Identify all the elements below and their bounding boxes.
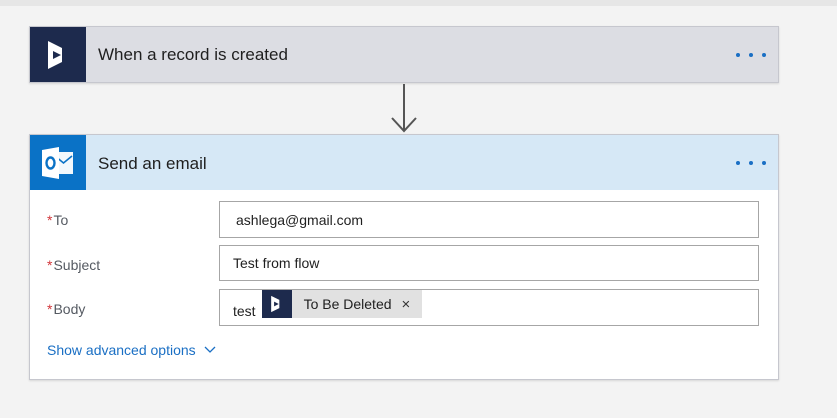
connector-arrow-icon [391,84,417,133]
chevron-down-icon [204,346,216,353]
action-more-options-icon[interactable] [736,153,766,173]
top-strip [0,0,837,6]
subject-field[interactable]: Test from flow [219,245,759,281]
required-marker: * [47,212,53,228]
body-text: test [233,303,256,319]
send-email-card: Send an email *To ashlega@gmail.com *Sub… [29,134,779,380]
token-label: To Be Deleted [303,296,392,312]
subject-label-text: Subject [53,257,101,273]
action-title: Send an email [98,154,207,173]
remove-token-icon[interactable]: × [402,296,422,313]
to-label: *To [47,212,68,228]
subject-value: Test from flow [233,255,320,271]
show-advanced-options-link[interactable]: Show advanced options [47,342,216,358]
to-value: ashlega@gmail.com [236,211,364,228]
body-label: *Body [47,301,85,317]
subject-label: *Subject [47,257,100,273]
to-field[interactable]: ashlega@gmail.com [219,201,759,238]
trigger-card[interactable]: When a record is created [29,26,779,83]
send-email-header[interactable]: Send an email [30,135,778,190]
dynamics-icon [261,290,292,318]
body-field[interactable]: test To Be Deleted × [219,289,759,326]
advanced-options-label: Show advanced options [47,342,196,358]
trigger-more-options-icon[interactable] [736,45,766,65]
dynamic-content-token[interactable]: To Be Deleted × [261,290,422,318]
dynamics-icon [30,27,86,82]
outlook-icon [30,135,86,190]
required-marker: * [47,301,53,317]
required-marker: * [47,257,53,273]
trigger-title: When a record is created [98,45,288,64]
body-label-text: Body [53,301,86,317]
to-label-text: To [53,212,69,228]
